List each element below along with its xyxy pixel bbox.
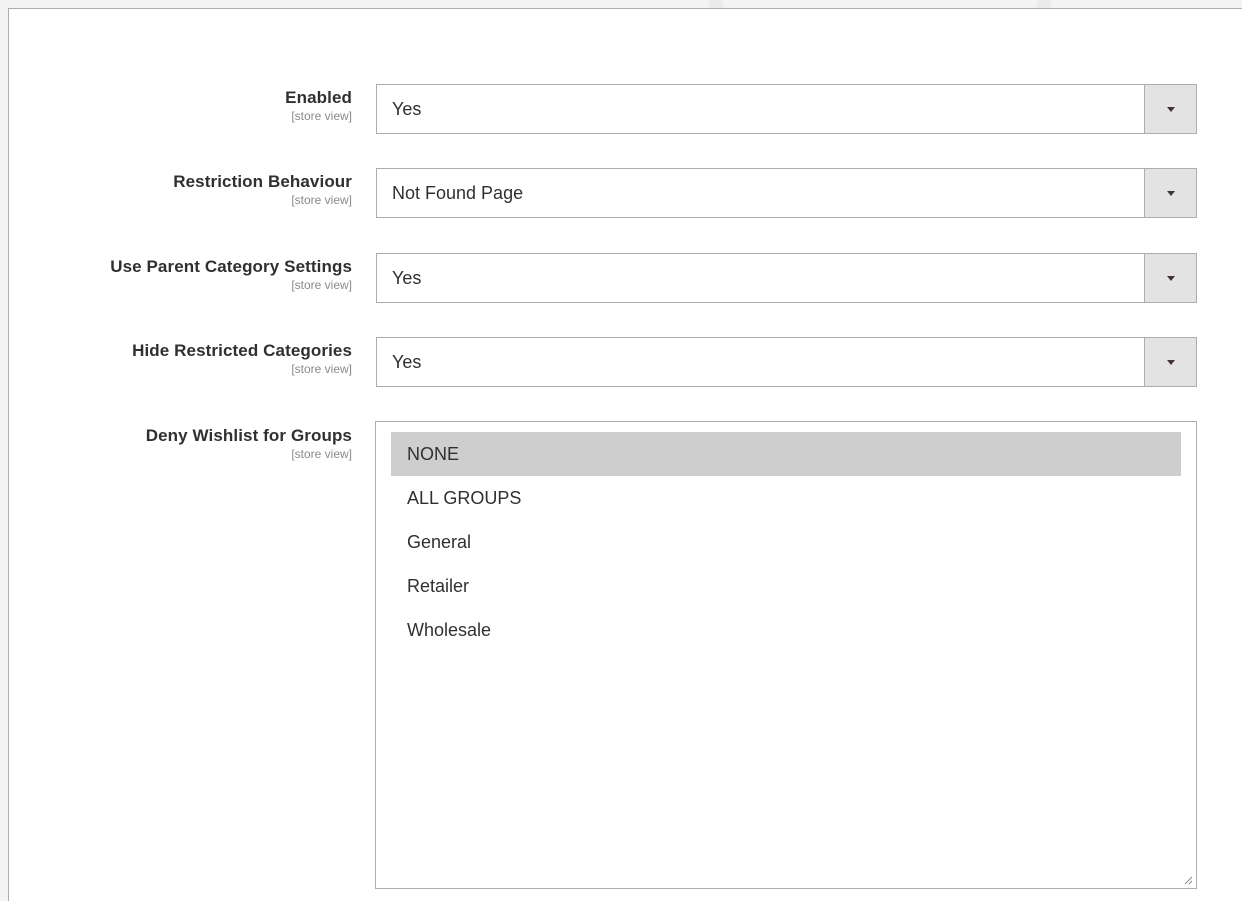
field-label-text: Enabled [285, 88, 352, 107]
enabled-dropdown-button[interactable] [1144, 85, 1196, 133]
field-label-restriction-behaviour: Restriction Behaviour [store view] [9, 172, 352, 208]
field-label-text: Hide Restricted Categories [132, 341, 352, 360]
field-label-text: Deny Wishlist for Groups [145, 426, 352, 445]
multiselect-option-general[interactable]: General [391, 520, 1181, 564]
field-row-hide-restricted-categories: Hide Restricted Categories [store view] … [9, 337, 1242, 389]
field-scope-text: [store view] [291, 362, 352, 376]
chevron-down-icon [1166, 276, 1175, 281]
field-row-restriction-behaviour: Restriction Behaviour [store view] Not F… [9, 168, 1242, 220]
field-row-use-parent-category-settings: Use Parent Category Settings [store view… [9, 253, 1242, 305]
restriction-behaviour-dropdown-button[interactable] [1144, 169, 1196, 217]
field-label-hide-restricted-categories: Hide Restricted Categories [store view] [9, 341, 352, 377]
field-scope-text: [store view] [291, 447, 352, 461]
resize-grip-icon[interactable] [1183, 875, 1193, 885]
chevron-down-icon [1166, 107, 1175, 112]
field-scope-text: [store view] [291, 109, 352, 123]
field-label-use-parent-category-settings: Use Parent Category Settings [store view… [9, 257, 352, 293]
multiselect-options: NONE ALL GROUPS General Retailer Wholesa… [391, 432, 1181, 652]
field-label-text: Use Parent Category Settings [110, 257, 352, 276]
use-parent-category-settings-dropdown-button[interactable] [1144, 254, 1196, 302]
deny-wishlist-groups-multiselect[interactable]: NONE ALL GROUPS General Retailer Wholesa… [375, 421, 1197, 889]
field-scope-text: [store view] [291, 278, 352, 292]
hide-restricted-categories-select[interactable]: Yes [376, 337, 1197, 387]
enabled-select[interactable]: Yes [376, 84, 1197, 134]
use-parent-category-settings-select-value: Yes [392, 268, 422, 288]
config-panel: Enabled [store view] Yes Restriction Beh… [8, 8, 1242, 901]
restriction-behaviour-select[interactable]: Not Found Page [376, 168, 1197, 218]
enabled-select-value: Yes [392, 99, 422, 119]
multiselect-option-wholesale[interactable]: Wholesale [391, 608, 1181, 652]
field-label-text: Restriction Behaviour [173, 172, 352, 191]
hide-restricted-categories-select-value: Yes [392, 352, 422, 372]
restriction-behaviour-select-value: Not Found Page [392, 183, 524, 203]
hide-restricted-categories-dropdown-button[interactable] [1144, 338, 1196, 386]
chevron-down-icon [1166, 360, 1175, 365]
field-row-enabled: Enabled [store view] Yes [9, 84, 1242, 136]
multiselect-option-retailer[interactable]: Retailer [391, 564, 1181, 608]
field-scope-text: [store view] [291, 193, 352, 207]
field-label-enabled: Enabled [store view] [9, 88, 352, 124]
chevron-down-icon [1166, 191, 1175, 196]
multiselect-option-all-groups[interactable]: ALL GROUPS [391, 476, 1181, 520]
use-parent-category-settings-select[interactable]: Yes [376, 253, 1197, 303]
field-label-deny-wishlist-for-groups: Deny Wishlist for Groups [store view] [9, 426, 352, 462]
multiselect-option-none[interactable]: NONE [391, 432, 1181, 476]
